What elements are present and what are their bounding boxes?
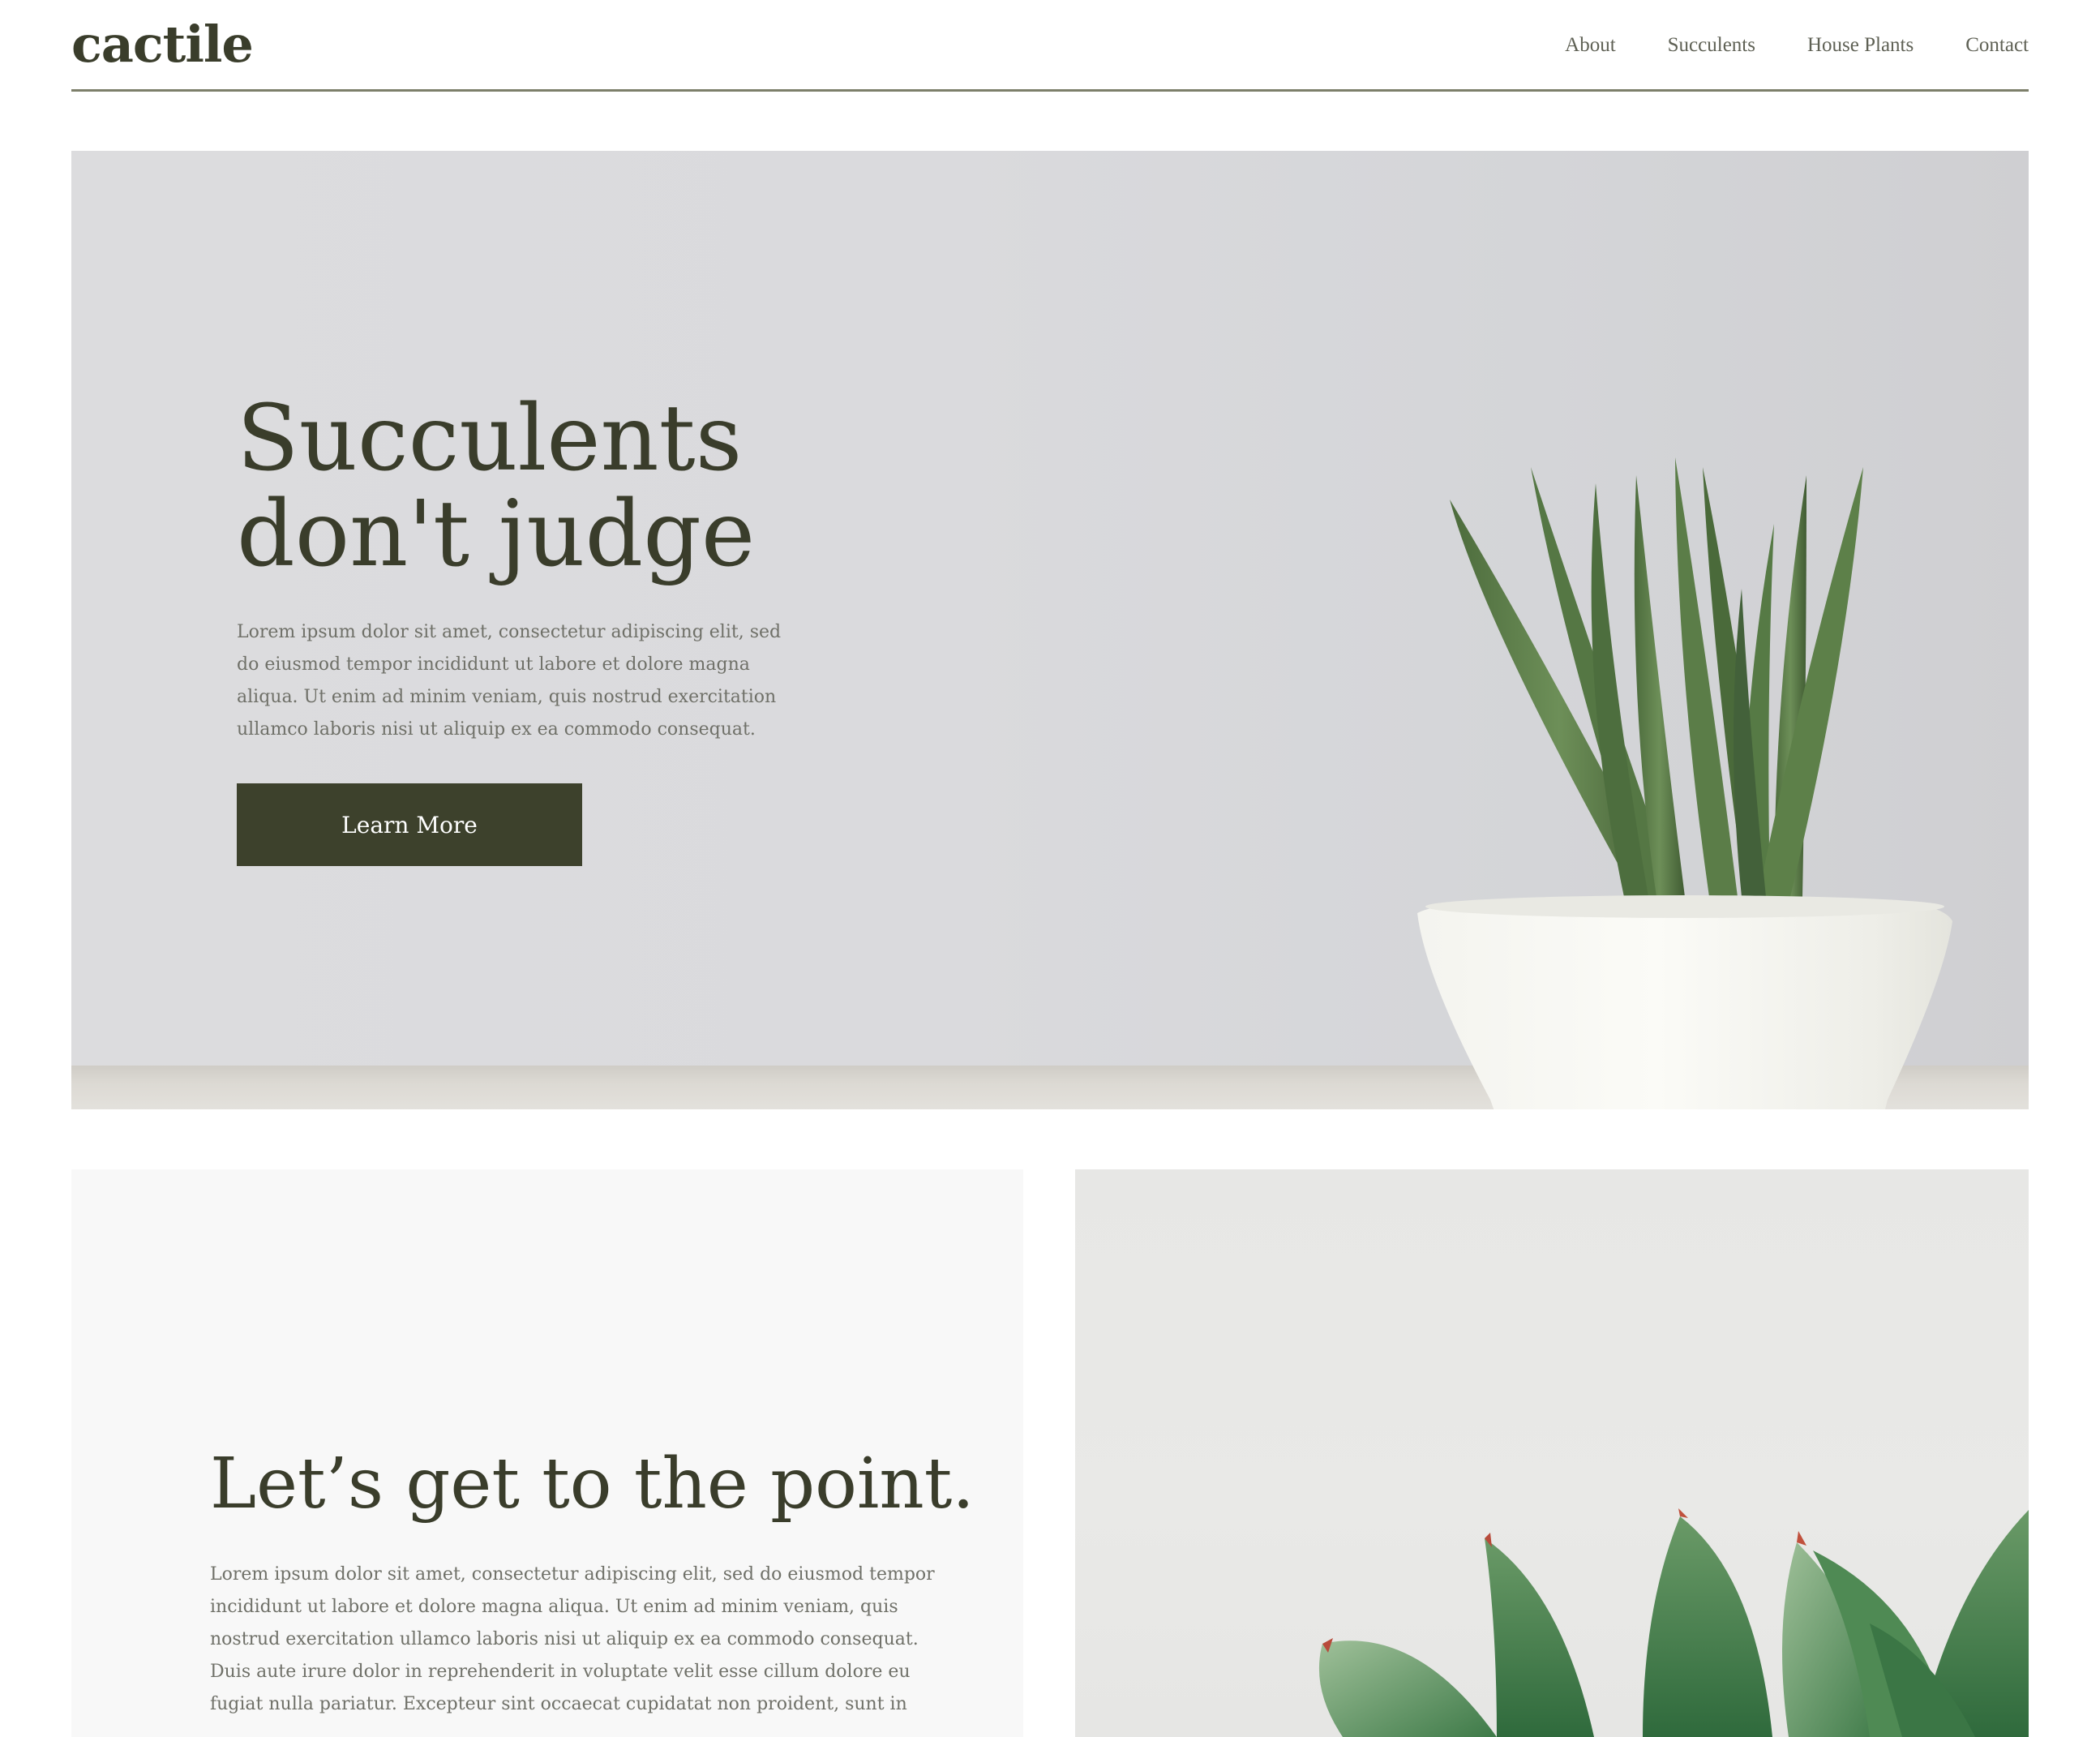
hero-banner: Succulents don't judge Lorem ipsum dolor… bbox=[71, 151, 2029, 1109]
nav-about-link[interactable]: About bbox=[1565, 34, 1616, 57]
nav-succulents-link[interactable]: Succulents bbox=[1668, 34, 1755, 57]
section-description: Lorem ipsum dolor sit amet, consectetur … bbox=[210, 1564, 935, 1714]
site-header: cactile About Succulents House Plants Co… bbox=[71, 0, 2029, 92]
succulent-image-card bbox=[1075, 1169, 2029, 1737]
hero-title-line1: Succulents bbox=[237, 386, 743, 491]
succulent-rosette-image bbox=[1318, 1508, 2029, 1737]
main-nav: About Succulents House Plants Contact bbox=[1565, 34, 2029, 57]
learn-more-button[interactable]: Learn More bbox=[237, 783, 582, 866]
intro-card: Let’s get to the point. Lorem ipsum dolo… bbox=[71, 1169, 1023, 1737]
hero-description: Lorem ipsum dolor sit amet, consectetur … bbox=[237, 622, 782, 740]
site-logo[interactable]: cactile bbox=[71, 15, 254, 74]
hero-title: Succulents don't judge bbox=[237, 391, 966, 582]
nav-contact-link[interactable]: Contact bbox=[1965, 34, 2029, 57]
nav-house-plants-link[interactable]: House Plants bbox=[1807, 34, 1914, 57]
snake-plant-image bbox=[1417, 457, 1952, 1109]
section-title: Let’s get to the point. bbox=[210, 1443, 975, 1525]
hero-title-line2: don't judge bbox=[237, 482, 756, 587]
